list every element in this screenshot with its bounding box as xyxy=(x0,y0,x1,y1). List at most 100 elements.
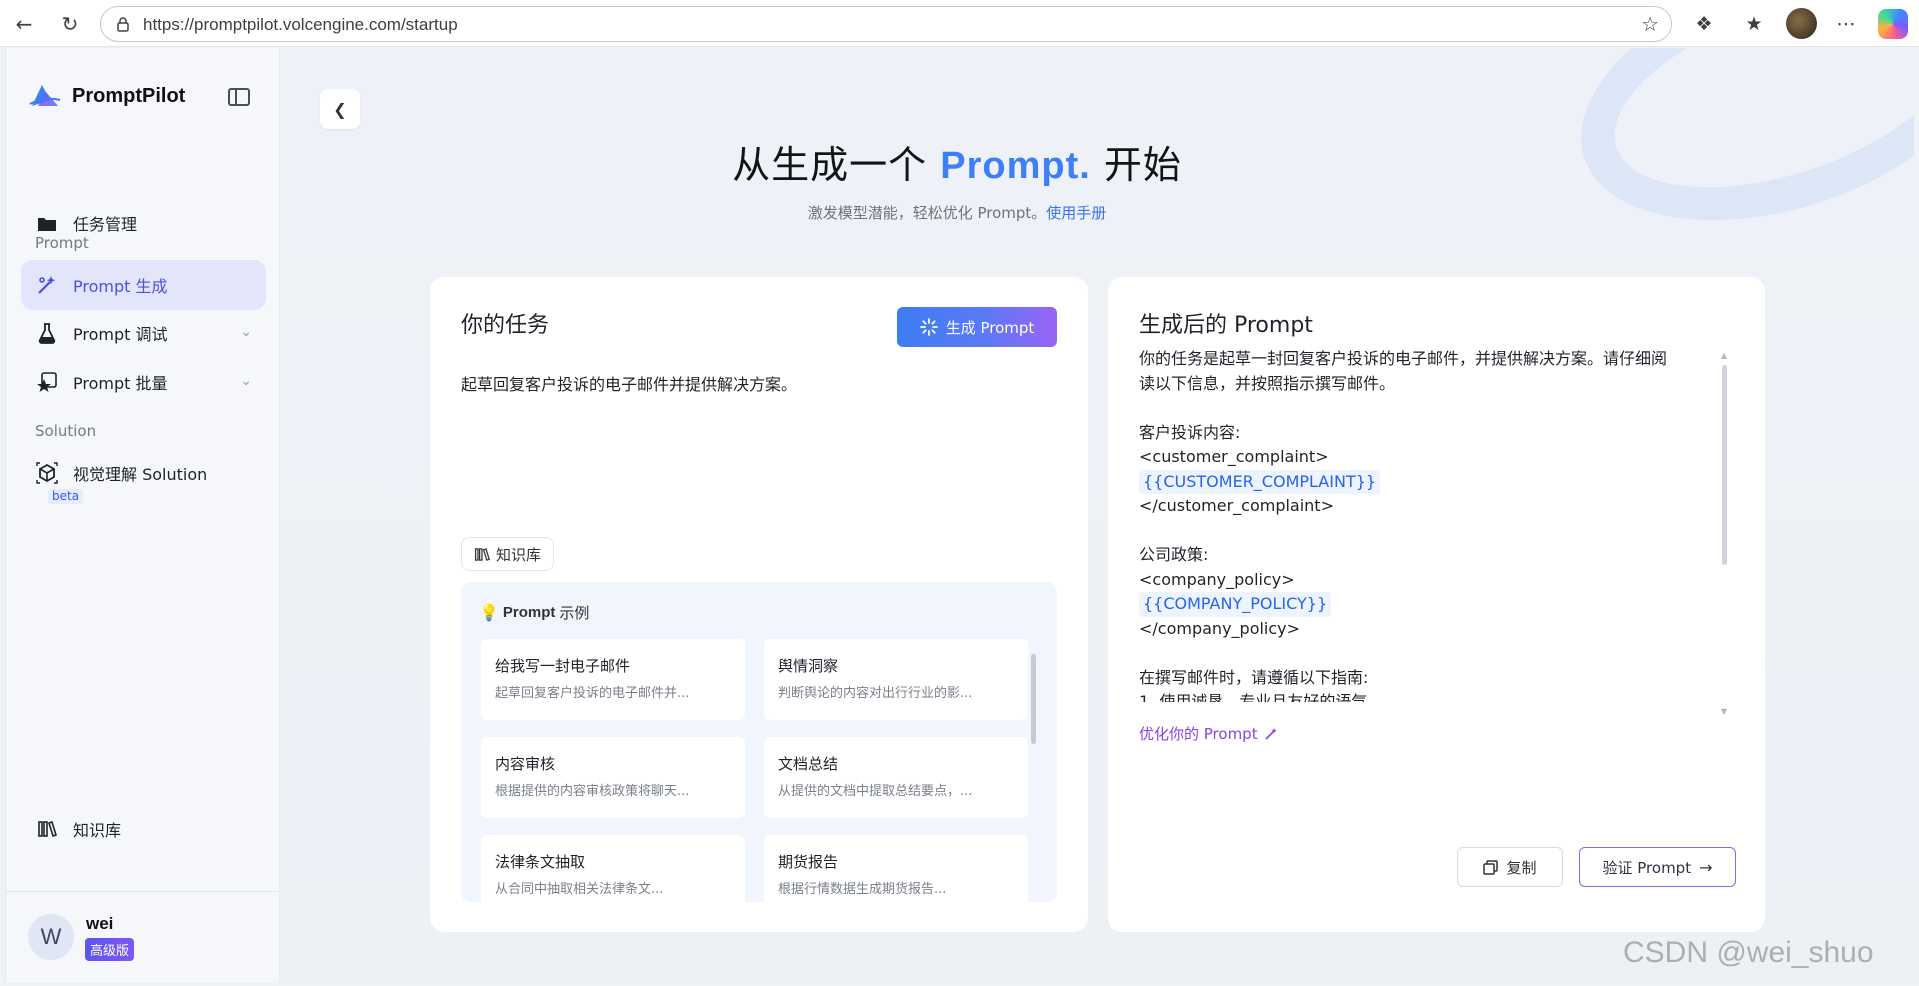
sidebar-item-label: Prompt 调试 xyxy=(73,325,168,344)
back-button[interactable]: ❮ xyxy=(320,89,360,129)
copy-button[interactable]: 复制 xyxy=(1457,847,1563,887)
prompt-scrollbar[interactable]: ▲ ▼ xyxy=(1721,351,1728,716)
flask-icon xyxy=(35,321,59,345)
sidebar-item-knowledge-base[interactable]: 知识库 xyxy=(21,804,266,854)
user-tier-badge: 高级版 xyxy=(85,938,135,961)
prompt-variable: {{CUSTOMER_COMPLAINT}} xyxy=(1139,469,1381,494)
folder-icon xyxy=(35,211,59,235)
brand-logo[interactable]: PromptPilot xyxy=(28,82,185,110)
magic-wand-icon xyxy=(35,273,59,297)
title-prefix: 从生成一个 xyxy=(732,143,928,187)
example-desc: 根据行情数据生成期货报告... xyxy=(778,882,947,897)
brand-name: PromptPilot xyxy=(72,84,186,107)
result-card: 生成后的 Prompt 你的任务是起草一封回复客户投诉的电子邮件，并提供解决方案… xyxy=(1108,277,1765,932)
chevron-left-icon: ❮ xyxy=(333,99,347,119)
section-label-prompt: Prompt xyxy=(35,234,89,252)
sidebar-divider xyxy=(6,891,281,892)
address-bar[interactable]: https://promptpilot.volcengine.com/start… xyxy=(100,6,1672,42)
sidebar-item-label: 知识库 xyxy=(73,821,122,840)
prompt-line: 公司政策: xyxy=(1139,545,1209,564)
sidebar-item-label: Prompt 生成 xyxy=(73,277,168,296)
lightbulb-icon: 💡 xyxy=(479,603,499,622)
example-title: 法律条文抽取 xyxy=(495,853,586,871)
task-card: 你的任务 生成 Prompt 起草回复客户投诉的电子邮件并提供解决方案。 知识库… xyxy=(430,277,1088,932)
title-accent: Prompt. xyxy=(940,145,1091,187)
example-desc: 从提供的文档中提取总结要点，... xyxy=(778,784,973,799)
prompt-line: 读以下信息，并按照指示撰写邮件。 xyxy=(1139,373,1396,393)
books-icon xyxy=(35,817,59,841)
generate-prompt-label: 生成 Prompt xyxy=(945,318,1035,337)
sidebar-item-prompt-debug[interactable]: Prompt 调试 ⌄ xyxy=(21,308,266,358)
favorite-star-icon[interactable]: ☆ xyxy=(1641,12,1659,36)
subtitle-text: 激发模型潜能，轻松优化 Prompt。 xyxy=(807,204,1047,222)
prompt-line: </company_policy> xyxy=(1139,618,1301,638)
sidebar-item-prompt-batch[interactable]: Prompt 批量 ⌄ xyxy=(21,357,266,407)
knowledge-base-button[interactable]: 知识库 xyxy=(461,537,555,571)
copy-label: 复制 xyxy=(1506,858,1537,877)
sidebar-item-label: Prompt 批量 xyxy=(73,374,168,393)
prompt-blank-line xyxy=(1139,641,1729,666)
examples-scrollbar[interactable] xyxy=(1031,642,1037,892)
prompt-line: 客户投诉内容: xyxy=(1139,422,1241,442)
example-title: 舆情洞察 xyxy=(778,657,839,675)
example-card[interactable]: 期货报告 根据行情数据生成期货报告... xyxy=(764,835,1028,902)
more-menu-icon[interactable]: ⋯ xyxy=(1832,10,1860,38)
example-card[interactable]: 法律条文抽取 从合同中抽取相关法律条文... xyxy=(481,835,745,902)
sidebar-collapse-icon[interactable] xyxy=(228,88,250,106)
scroll-down-icon[interactable]: ▼ xyxy=(1721,707,1727,716)
books-icon xyxy=(474,547,490,561)
example-card[interactable]: 内容审核 根据提供的内容审核政策将聊天... xyxy=(481,737,745,818)
favorites-icon[interactable]: ★ xyxy=(1740,10,1768,38)
examples-label-bold: Prompt xyxy=(502,604,556,621)
url-text: https://promptpilot.volcengine.com/start… xyxy=(143,15,458,34)
user-manual-link[interactable]: 使用手册 xyxy=(1046,204,1106,222)
user-avatar[interactable]: W xyxy=(28,914,74,960)
sparkle-icon xyxy=(919,318,938,336)
optimize-prompt-label: 优化你的 Prompt xyxy=(1139,725,1258,743)
copilot-icon[interactable] xyxy=(1878,9,1908,39)
example-desc: 从合同中抽取相关法律条文... xyxy=(495,882,664,897)
example-desc: 起草回复客户投诉的电子邮件并... xyxy=(495,686,690,701)
scrollbar-thumb[interactable] xyxy=(1031,654,1036,744)
user-name: wei xyxy=(86,914,114,933)
example-title: 内容审核 xyxy=(495,755,556,773)
sidebar-item-prompt-generate[interactable]: Prompt 生成 xyxy=(21,260,266,310)
example-title: 给我写一封电子邮件 xyxy=(495,657,631,675)
scrollbar-thumb[interactable] xyxy=(1722,365,1727,565)
result-card-title: 生成后的 Prompt xyxy=(1139,313,1313,338)
generate-prompt-button[interactable]: 生成 Prompt xyxy=(897,307,1057,347)
magic-wand-icon xyxy=(1265,727,1277,740)
prompt-blank-line xyxy=(1139,396,1729,421)
reload-icon[interactable]: ↻ xyxy=(56,10,84,38)
prompt-line: </customer_complaint> xyxy=(1139,496,1334,515)
browser-toolbar: ← ↻ https://promptpilot.volcengine.com/s… xyxy=(0,0,1919,47)
example-card[interactable]: 给我写一封电子邮件 起草回复客户投诉的电子邮件并... xyxy=(481,639,745,720)
arrow-right-icon: → xyxy=(1699,857,1713,877)
batch-star-icon xyxy=(35,370,59,394)
example-card[interactable]: 舆情洞察 判断舆论的内容对出行行业的影... xyxy=(764,639,1028,720)
prompt-blank-line xyxy=(1139,519,1729,544)
section-label-solution: Solution xyxy=(35,422,97,440)
prompt-examples-panel: 💡 Prompt 示例 给我写一封电子邮件 起草回复客户投诉的电子邮件并... … xyxy=(461,582,1057,902)
page-subtitle: 激发模型潜能，轻松优化 Prompt。使用手册 xyxy=(280,202,1634,223)
extensions-icon[interactable]: ❖ xyxy=(1690,10,1718,38)
task-input[interactable]: 起草回复客户投诉的电子邮件并提供解决方案。 xyxy=(461,371,797,395)
sidebar-item-label: 任务管理 xyxy=(73,215,138,234)
example-card[interactable]: 文档总结 从提供的文档中提取总结要点，... xyxy=(764,737,1028,818)
scroll-up-icon[interactable]: ▲ xyxy=(1721,351,1727,360)
example-title: 期货报告 xyxy=(778,853,839,871)
sidebar-item-label: 视觉理解 Solution xyxy=(73,465,208,484)
example-desc: 根据提供的内容审核政策将聊天... xyxy=(495,784,690,799)
optimize-prompt-link[interactable]: 优化你的 Prompt xyxy=(1139,723,1278,744)
profile-avatar[interactable] xyxy=(1786,8,1817,39)
knowledge-base-label: 知识库 xyxy=(496,545,542,564)
back-arrow-icon[interactable]: ← xyxy=(10,10,38,38)
generated-prompt-text[interactable]: 你的任务是起草一封回复客户投诉的电子邮件，并提供解决方案。请仔细阅 读以下信息，… xyxy=(1139,347,1729,702)
cube-icon xyxy=(35,461,59,485)
sidebar-item-visual-solution[interactable]: 视觉理解 Solution xyxy=(21,448,266,498)
chevron-down-icon: ⌄ xyxy=(240,373,252,389)
prompt-line: 你的任务是起草一封回复客户投诉的电子邮件，并提供解决方案。请仔细阅 xyxy=(1139,349,1668,368)
watermark: CSDN @wei_shuo xyxy=(1623,936,1874,969)
example-title: 文档总结 xyxy=(778,755,839,773)
verify-prompt-button[interactable]: 验证 Prompt → xyxy=(1579,847,1736,887)
